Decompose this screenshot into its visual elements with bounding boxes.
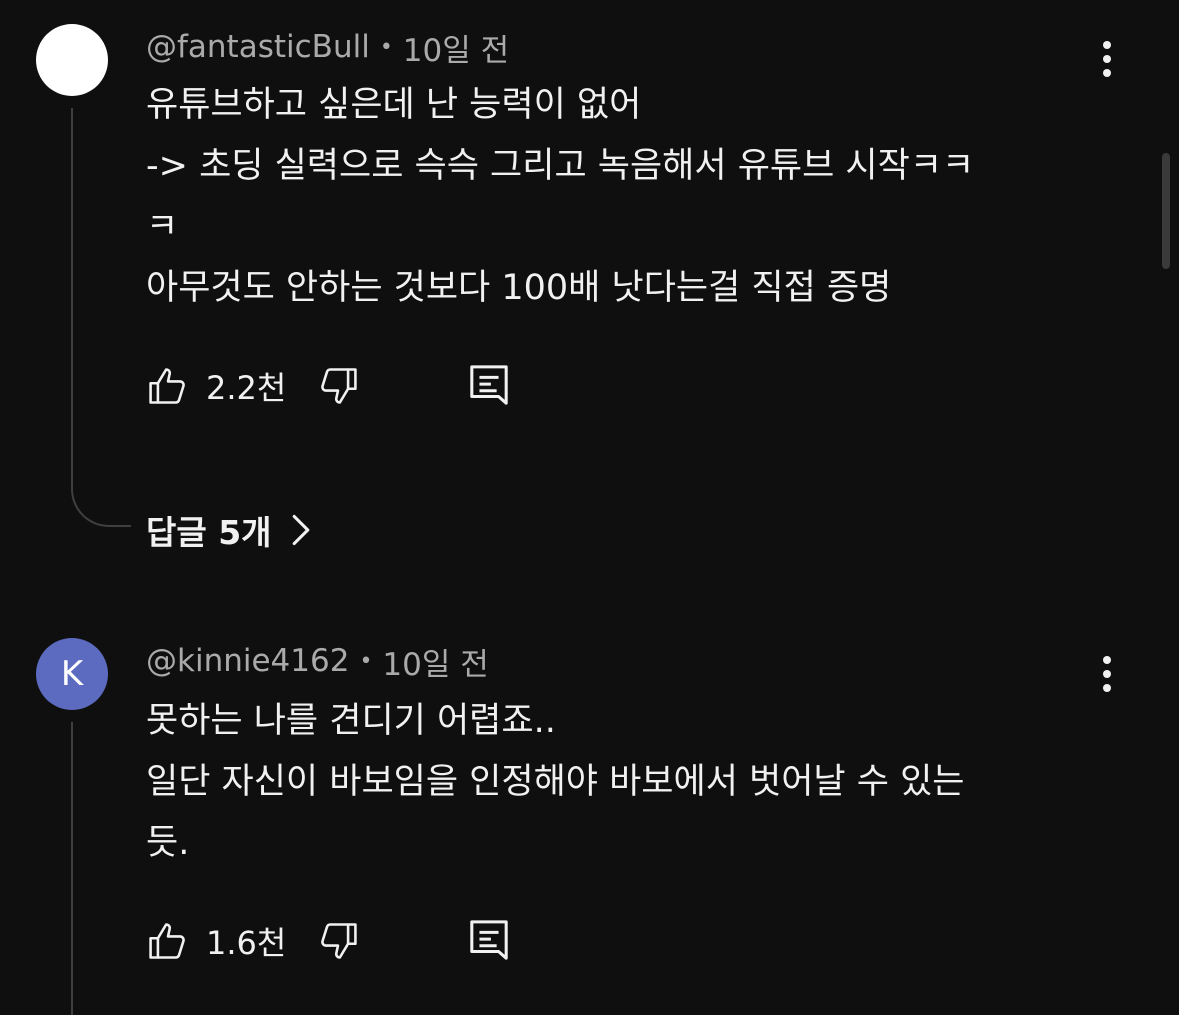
scrollbar[interactable]: [1162, 153, 1170, 269]
thumbs-up-icon[interactable]: [146, 919, 190, 963]
like-count: 1.6천: [206, 924, 287, 962]
avatar-letter: K: [60, 654, 84, 694]
chevron-right-icon: [290, 513, 312, 547]
thumbs-up-icon[interactable]: [146, 364, 190, 408]
comment-text: 못하는 나를 견디기 어렵죠.. 일단 자신이 바보임을 인정해야 바보에서 벗…: [146, 691, 1086, 874]
comment-meta: @kinnie4162 • 10일 전: [146, 639, 489, 684]
thumbs-down-icon[interactable]: [316, 364, 360, 408]
comment-text-line: -> 초딩 실력으로 슥슥 그리고 녹음해서 유튜브 시작ㅋㅋ: [146, 146, 975, 186]
avatar[interactable]: K: [36, 638, 108, 710]
replies-label: 답글 5개: [146, 513, 272, 552]
comment-meta: @fantasticBull • 10일 전: [146, 25, 509, 70]
like-count: 2.2천: [206, 369, 287, 407]
thread-line-curve: [71, 477, 131, 527]
comment-timestamp[interactable]: 10일 전: [403, 25, 509, 70]
comment-author[interactable]: @fantasticBull: [146, 29, 370, 65]
comment-text-line: 일단 자신이 바보임을 인정해야 바보에서 벗어날 수 있는: [146, 762, 965, 802]
comment-reply-icon[interactable]: [468, 918, 510, 964]
thumbs-down-icon[interactable]: [316, 919, 360, 963]
comment-actions: 2.2천: [146, 362, 510, 410]
avatar[interactable]: [36, 24, 108, 96]
meta-separator-dot: •: [379, 34, 393, 60]
thread-line: [71, 722, 73, 1015]
comment-actions: 1.6천: [146, 917, 510, 965]
comment-text-line: 듯.: [146, 823, 190, 863]
comment-text-line: 유튜브하고 싶은데 난 능력이 없어: [146, 85, 642, 125]
comment-text-line: ㅋ: [146, 207, 179, 247]
comment-text-line: 아무것도 안하는 것보다 100배 낫다는걸 직접 증명: [146, 268, 892, 308]
view-replies-button[interactable]: 답글 5개: [146, 506, 312, 554]
comment-reply-icon[interactable]: [468, 363, 510, 409]
comment-author[interactable]: @kinnie4162: [146, 643, 349, 679]
more-vertical-icon[interactable]: [1092, 652, 1122, 696]
comment-timestamp[interactable]: 10일 전: [382, 639, 488, 684]
more-vertical-icon[interactable]: [1092, 37, 1122, 81]
comment-text: 유튜브하고 싶은데 난 능력이 없어 -> 초딩 실력으로 슥슥 그리고 녹음해…: [146, 75, 1086, 319]
meta-separator-dot: •: [359, 648, 373, 674]
comment-text-line: 못하는 나를 견디기 어렵죠..: [146, 701, 556, 741]
thread-line: [71, 108, 73, 478]
